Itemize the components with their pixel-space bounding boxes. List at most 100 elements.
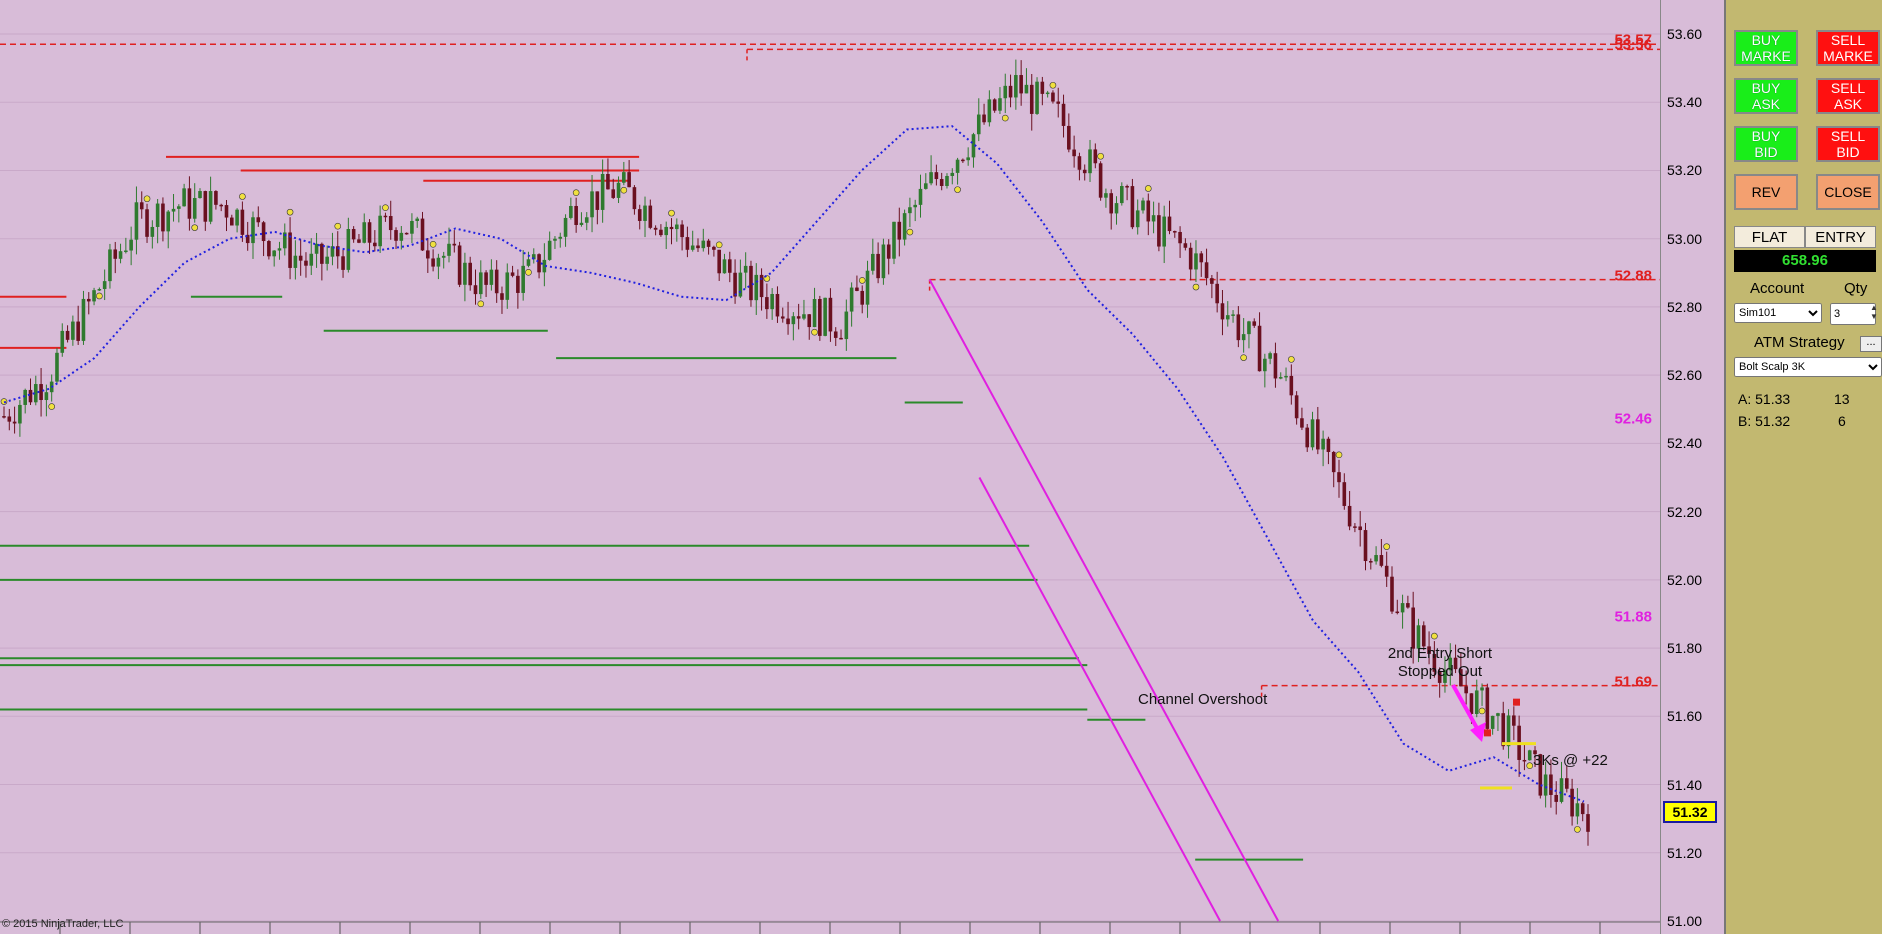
bull-candle: [881, 244, 886, 279]
bear-candle: [203, 191, 208, 222]
bear-candle: [12, 421, 17, 424]
signal-dot: [191, 224, 199, 231]
bull-candle: [55, 352, 59, 382]
signal-dot: [1478, 707, 1486, 715]
bull-candle: [547, 240, 552, 260]
sell-ask-button[interactable]: SELL ASK: [1816, 78, 1880, 114]
bull-candle: [812, 299, 817, 328]
bear-candle: [876, 253, 880, 279]
bear-candle: [1570, 788, 1574, 817]
sell-market-label-line1: SELL: [1830, 32, 1866, 48]
buy-market-button[interactable]: BUY MARKE: [1734, 30, 1798, 66]
rev-label: REV: [1752, 184, 1781, 200]
bull-candle: [415, 218, 420, 221]
bear-candle: [1501, 713, 1506, 747]
bear-candle: [712, 246, 716, 250]
signal-dot: [96, 292, 103, 300]
price-tick-label: 51.40: [1667, 776, 1703, 793]
buy-ask-label-line1: BUY: [1751, 80, 1781, 96]
level-price-label: 51.88: [1614, 608, 1652, 626]
rev-button[interactable]: REV: [1734, 174, 1798, 210]
buy-bid-button[interactable]: BUY BID: [1734, 126, 1798, 162]
bull-candle: [182, 188, 186, 207]
bear-candle: [632, 187, 637, 210]
sell-market-button[interactable]: SELL MARKE: [1816, 30, 1880, 66]
signal-dot: [143, 195, 151, 203]
bear-candle: [7, 416, 12, 422]
signal-dot: [1001, 114, 1009, 122]
bull-candle: [791, 316, 796, 325]
bear-candle: [1252, 321, 1257, 326]
bull-candle: [198, 191, 202, 199]
bull-candle: [966, 157, 970, 161]
buy-market-label-line1: BUY: [1751, 32, 1781, 48]
bull-candle: [1120, 186, 1124, 204]
atm-more-button[interactable]: ...: [1860, 336, 1882, 352]
price-tick-label: 52.60: [1667, 367, 1703, 384]
atm-strategy-select[interactable]: Bolt Scalp 3K: [1734, 357, 1882, 377]
price-tick-label: 53.20: [1667, 162, 1703, 179]
price-axis[interactable]: 53.60 53.40 53.20 53.00 52.80 52.60 52.40 52.20…: [1660, 0, 1725, 934]
bull-candle: [272, 250, 276, 257]
price-tick-label: 51.00: [1667, 913, 1703, 929]
bull-candle: [44, 392, 49, 401]
bear-candle: [696, 245, 700, 249]
bull-candle: [124, 250, 128, 253]
bull-candle: [770, 293, 774, 310]
bull-candle: [590, 191, 594, 218]
bear-candle: [627, 172, 631, 188]
qty-spinner-icon[interactable]: ▲ ▼: [1870, 303, 1880, 323]
bear-candle: [1056, 101, 1061, 104]
close-label-line1: CLOSE: [1824, 184, 1872, 200]
bull-candle: [929, 172, 933, 184]
bull-candle: [1003, 85, 1008, 99]
bear-candle: [298, 255, 303, 261]
bear-candle: [267, 241, 271, 257]
account-select[interactable]: Sim101: [1734, 303, 1822, 323]
bear-candle: [786, 318, 790, 325]
bull-candle: [1035, 81, 1039, 114]
bull-candle: [1278, 377, 1283, 379]
bull-candle: [177, 206, 181, 209]
price-tick-label: 52.20: [1667, 503, 1703, 520]
bear-candle: [680, 224, 684, 238]
bull-candle: [1310, 419, 1315, 448]
bull-candle: [108, 249, 112, 282]
sell-bid-button[interactable]: SELL BID: [1816, 126, 1880, 162]
bear-candle: [1188, 247, 1193, 270]
level-price-label: 52.46: [1614, 410, 1652, 428]
bull-candle: [743, 265, 748, 273]
bear-candle: [765, 297, 769, 310]
bear-candle: [219, 204, 224, 207]
close-button[interactable]: CLOSE: [1816, 174, 1880, 210]
bear-candle: [537, 254, 541, 273]
ask-size: 13: [1834, 391, 1850, 407]
bear-candle: [473, 285, 478, 295]
bear-candle: [1395, 611, 1400, 614]
bear-candle: [1072, 149, 1076, 157]
bull-candle: [563, 217, 568, 237]
bear-candle: [187, 188, 192, 219]
bull-candle: [1135, 210, 1140, 228]
bear-candle: [351, 228, 356, 240]
price-chart[interactable]: 2nd Entry Short Stopped Out Channel Over…: [0, 0, 1660, 934]
bear-candle: [833, 331, 838, 338]
price-tick-label: 53.40: [1667, 94, 1703, 111]
bear-candle: [1384, 565, 1389, 577]
bear-candle: [685, 237, 690, 250]
bull-candle: [584, 217, 589, 223]
bull-candle: [521, 265, 525, 293]
bear-candle: [653, 227, 658, 230]
position-status: FLAT: [1734, 226, 1805, 248]
chart-canvas[interactable]: [0, 0, 1660, 934]
bull-candle: [1114, 203, 1119, 214]
bull-candle: [71, 321, 75, 340]
buy-ask-button[interactable]: BUY ASK: [1734, 78, 1798, 114]
bear-candle: [574, 205, 578, 225]
stop-marker: [1513, 698, 1520, 706]
bull-candle: [923, 183, 928, 189]
bear-candle: [1565, 778, 1569, 789]
bear-candle: [727, 259, 732, 273]
bear-candle: [992, 99, 997, 111]
bull-candle: [802, 314, 806, 319]
